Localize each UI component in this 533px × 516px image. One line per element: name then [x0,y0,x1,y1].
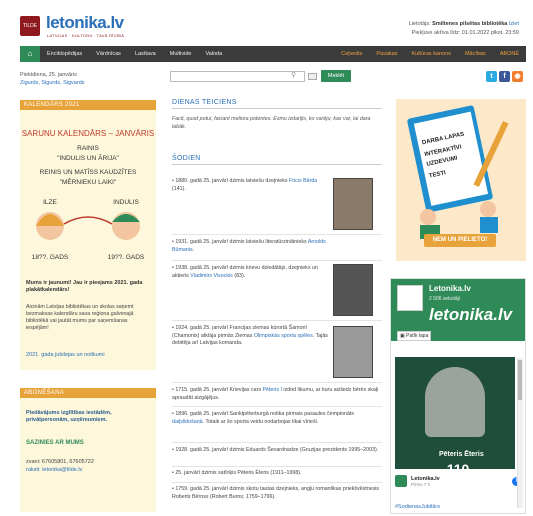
nav-item-culture-canon[interactable]: Kultūras kanons [404,46,457,62]
fb-like-button[interactable]: ▣ Patīk lapa [397,331,431,341]
nav-item-encyclopedias[interactable]: Enciklopēdijas [40,46,89,62]
current-date: Piektdiena, 25. janvāris [20,72,77,78]
event-link[interactable]: daiļslidošanā [172,419,203,425]
illus-right-year: 19??. GADS [108,254,145,261]
contact-info: zvani: 67605801, 67605722 raksti: letoni… [26,458,94,474]
divider [172,482,382,483]
event-photo[interactable] [333,264,373,316]
nav-item-reading-room[interactable]: Lasītava [128,46,163,62]
fb-post-author[interactable]: Letonika.lv [411,476,440,482]
user-info: Lietotājs: Smiltenes pilsētas bibliotēka… [409,20,519,38]
nav-item-lessons[interactable]: Mācības [458,46,493,62]
divider [172,234,382,235]
calendar-description: Aicinām Latvijas bibliotēkas un skolas s… [26,304,134,331]
quote-heading: DIENAS TEICIENS [172,99,382,109]
divider [172,406,382,407]
fb-post-person: Pēteris Ēteris [439,451,484,458]
calendar-heading: KALENDĀRS 2021 [20,100,156,110]
event-item: • 25. janvārī dzimis satīriķis Pēteris Ē… [172,470,302,476]
event-item: • 1715. gadā 25. janvārī Krievijas cars … [172,387,379,401]
nav-item-multimedia[interactable]: Multivide [163,46,199,62]
event-item: • 1938. gadā 25. janvārī dzimis krievu d… [172,265,318,279]
daily-quote: Facit, quod potui, faciant meliora poten… [172,116,371,130]
site-logo[interactable]: letonika.lv [46,13,124,33]
event-item: • 1759. gadā 25. janvārī dzimis skotu ta… [172,486,380,500]
event-link[interactable]: Vladimirs Visockis [190,273,233,279]
event-item: • 1880. gadā 25. janvārī dzimis latviešu… [172,178,318,192]
twitter-icon[interactable]: t [486,71,497,82]
fb-cover-logo: letonika.lv [429,305,513,324]
subscription-offer[interactable]: Piedāvājums izglītības iestādēm, privātp… [26,410,150,424]
home-icon[interactable]: ⌂ [20,46,40,62]
facebook-widget: Letonika.lv 2 506 sekotāji letonika.lv ▣… [390,278,526,514]
fb-page-name[interactable]: Letonika.lv [429,284,471,293]
illus-left-year: 18??. GADS [32,254,69,261]
nav-item-subscribe[interactable]: ABONĒ [493,46,526,62]
illus-line3: REINIS UN MATĪSS KAUDZĪTES [40,168,137,176]
event-link[interactable]: Olimpiskās sporta spēles [254,333,313,339]
contact-email[interactable]: raksti: letonika@tilde.lv [26,466,94,474]
facebook-icon[interactable]: f [499,71,510,82]
logout-link[interactable]: Iziet [509,21,519,27]
date-names: Piektdiena, 25. janvāris Zigurds, Sigurd… [20,71,85,87]
event-photo[interactable] [333,326,373,378]
fb-cover[interactable]: Letonika.lv 2 506 sekotāji letonika.lv ▣… [391,279,525,341]
contact-phone: zvani: 67605801, 67605722 [26,459,94,465]
illus-line4: "MĒRNIEKU LAIKI" [60,178,117,186]
keyboard-icon[interactable] [308,73,317,80]
calendar-news: Mums ir jaunumi! Jau ir pieejams 2021. g… [26,280,143,293]
fb-author-avatar[interactable] [395,475,407,487]
event-photo[interactable] [333,178,373,230]
fb-followers: 2 506 sekotāji [429,296,460,302]
site-tagline: LATVIJAS · KULTŪRA · TAVĀ RĪCĪBĀ [47,33,125,38]
subscription-panel: ABONĒŠANA Piedāvājums izglītības iestādē… [20,388,156,512]
rss-icon[interactable]: ◉ [512,71,523,82]
access-line: Piekļuve aktīva līdz: 01.01.2022 plkst. … [411,30,519,36]
event-item: • 1931. gadā 25. janvārī dzimis latviešu… [172,239,326,253]
name-days[interactable]: Zigurds, Sigurds, Sigvards [20,79,85,87]
apply-button[interactable]: ŅEM UN PIELIETO! [424,234,496,247]
contact-heading: SAZINIES AR MUMS [26,440,84,446]
fb-post-time: Pirms 7 h [411,481,431,487]
today-heading: ŠODIEN [172,155,382,165]
calendar-illustration[interactable]: SARUNU KALENDĀRS – JANVĀRIS RAINIS "INDU… [20,114,156,274]
nav-item-language[interactable]: Valoda [198,46,229,62]
search-icon[interactable]: ⚲ [291,71,296,79]
divider [172,382,382,383]
jubilees-link[interactable]: 2021. gada jubilejas un notikumi [26,352,105,358]
event-item: • 1924. gadā 25. janvārī Francijas ziema… [172,325,328,346]
illus-left-name: ILZE [43,199,57,206]
divider [172,320,382,321]
calendar-panel: KALENDĀRS 2021 SARUNU KALENDĀRS – JANVĀR… [20,100,156,370]
illus-right-name: INDULIS [113,199,139,206]
fb-scrollbar-thumb[interactable] [518,360,522,400]
illus-line2: "INDULIS UN ĀRIJA" [57,154,119,162]
divider [172,466,382,467]
divider [172,442,382,443]
logo-mark[interactable]: TILDE [20,16,40,36]
divider [172,260,382,261]
nav-item-guide[interactable]: Ceļvedis [334,46,369,62]
search-input[interactable] [170,71,305,82]
event-link[interactable]: Fricis Bārda [289,178,317,184]
nav-item-dictionaries[interactable]: Vārdnīcas [89,46,128,62]
illus-title: SARUNU KALENDĀRS – JANVĀRIS [22,129,154,138]
fb-hashtag[interactable]: #SodienasJubilārs [395,504,440,510]
event-item: • 1896. gadā 25. janvārī Sanktpēterburgā… [172,411,355,425]
event-link[interactable]: Pēteris I [262,387,281,393]
user-label: Lietotājs: [408,21,431,27]
nav-item-fairytales[interactable]: Pasakas [369,46,404,62]
illus-line1: RAINIS [77,145,99,152]
main-nav: ⌂ Enciklopēdijas Vārdnīcas Lasītava Mult… [20,46,526,62]
fb-avatar[interactable] [397,285,423,311]
user-name: Smiltenes pilsētas bibliotēka [432,21,508,27]
portrait [425,367,485,437]
fb-post-meta: Letonika.lv Pirms 7 h f [395,475,521,487]
event-item: • 1928. gadā 25. janvārī dzimis Eduards … [172,447,379,453]
search-button[interactable]: Meklēt [321,70,351,82]
subscription-heading: ABONĒŠANA [20,388,156,398]
